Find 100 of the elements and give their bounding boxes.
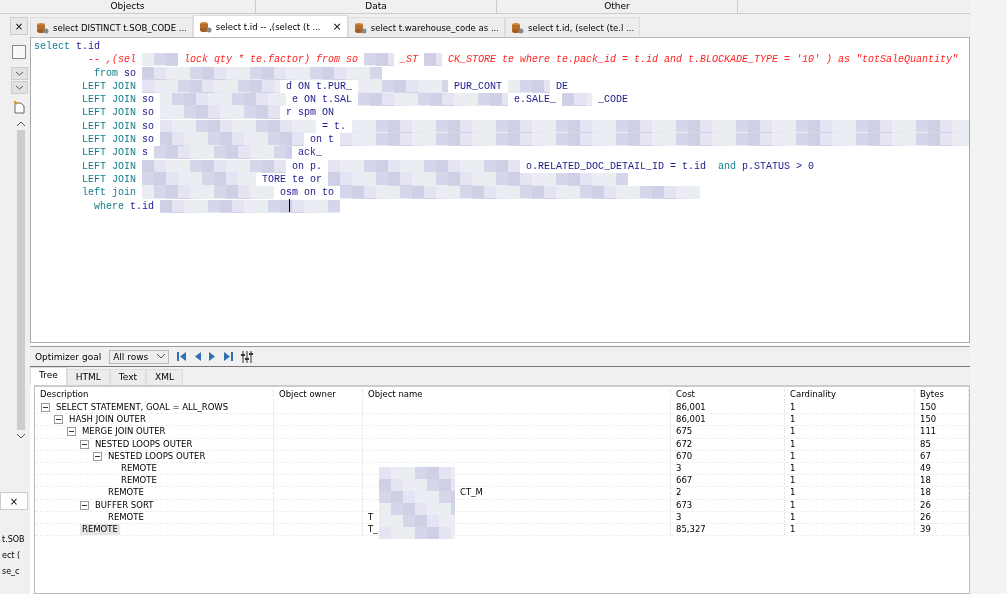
blur-mask — [562, 93, 592, 107]
caret-icon — [157, 354, 166, 359]
last-icon[interactable] — [224, 352, 234, 361]
code-text: LEFT JOIN — [82, 146, 136, 160]
code-text: LEFT JOIN — [82, 119, 136, 133]
code-text: = t. — [322, 119, 346, 133]
optimizer-goal-select[interactable]: All rows — [109, 349, 170, 364]
code-text: e ON t.SAL — [292, 93, 352, 107]
optimizer-goal-label: Optimizer goal — [35, 351, 102, 362]
code-text: osm on to — [280, 186, 334, 200]
table-cell: 672 — [676, 438, 693, 449]
close-button[interactable]: × — [10, 17, 28, 35]
list-item[interactable]: ect ( — [0, 548, 21, 564]
scroll-down-icon[interactable] — [17, 434, 25, 439]
tree-node[interactable]: NESTED LOOPS OUTER — [93, 438, 195, 450]
close-button[interactable]: × — [332, 20, 342, 33]
tree-node[interactable]: REMOTE — [106, 487, 146, 499]
plan-tab[interactable]: Text — [109, 369, 146, 385]
table-cell: 3 — [676, 462, 682, 473]
code-text: LEFT JOIN — [82, 93, 136, 107]
code-text: from — [94, 66, 118, 80]
close-button[interactable]: × — [0, 492, 28, 510]
collapse-icon[interactable] — [80, 500, 89, 510]
table-cell: CT_M — [460, 487, 483, 498]
previous-icon[interactable] — [194, 352, 202, 361]
table-cell: 39 — [920, 523, 931, 534]
table-cell: 670 — [676, 450, 693, 461]
editor-tab[interactable]: select t.id, (select (te.l ... — [505, 17, 641, 37]
toolbar-button[interactable] — [12, 45, 26, 59]
column-header[interactable]: Other — [497, 0, 738, 13]
code-text: TORE te or — [262, 172, 322, 186]
table-cell: 18 — [920, 487, 931, 498]
column-header[interactable]: Cardinality — [785, 389, 915, 402]
column-header[interactable]: Object name — [363, 389, 671, 402]
collapse-icon[interactable] — [80, 439, 89, 449]
scroll-thumb[interactable] — [17, 130, 25, 430]
column-header[interactable]: Data — [256, 0, 497, 13]
table-cell: 85 — [920, 438, 931, 449]
code-text: ack_ — [298, 146, 322, 160]
code-text: so — [142, 106, 154, 120]
code-text: PUR_CONT — [454, 79, 502, 93]
list-item[interactable]: se_c — [0, 564, 20, 580]
collapse-icon[interactable] — [41, 403, 50, 413]
column-header[interactable]: Description — [35, 389, 274, 402]
code-text: where — [94, 199, 124, 213]
code-text: o.RELATED_DOC_DETAIL_ID = t.id — [526, 159, 707, 173]
table-cell: 1 — [790, 438, 796, 449]
code-text: _ST — [400, 53, 418, 67]
editor-tab[interactable]: select DISTINCT t.SOB_CODE ... — [30, 17, 193, 37]
code-text: and — [718, 159, 736, 173]
next-icon[interactable] — [209, 352, 217, 361]
tree-node[interactable]: SELECT STATEMENT, GOAL = ALL_ROWS — [54, 402, 231, 414]
dropdown-button[interactable] — [11, 81, 28, 94]
table-cell: 1 — [790, 523, 796, 534]
first-icon[interactable] — [177, 352, 187, 361]
code-text: on p. — [292, 159, 322, 173]
table-cell: 85,327 — [676, 523, 706, 534]
table-cell: 26 — [920, 499, 931, 510]
editor-tab[interactable]: select t.id -- ,(select (t ... × — [192, 15, 348, 37]
table-cell: 1 — [790, 450, 796, 461]
code-text: so — [142, 133, 154, 147]
code-text: on t — [310, 133, 334, 147]
editor-tab[interactable]: select t.warehouse_code as ... — [347, 17, 505, 37]
collapse-icon[interactable] — [93, 451, 102, 461]
table-cell: 150 — [920, 402, 937, 412]
code-text: t.id — [76, 40, 100, 53]
collapse-icon[interactable] — [67, 427, 76, 437]
tree-node[interactable]: REMOTE — [106, 511, 146, 523]
code-text: s — [142, 146, 148, 160]
collapse-icon[interactable] — [54, 415, 63, 425]
new-document-icon[interactable] — [14, 101, 25, 114]
tree-node[interactable]: REMOTE — [119, 463, 159, 475]
dropdown-button[interactable] — [11, 67, 28, 80]
table-cell: 673 — [676, 499, 693, 510]
column-header[interactable]: Objects — [0, 0, 256, 13]
tree-node[interactable]: MERGE JOIN OUTER — [80, 426, 168, 438]
code-text: LEFT JOIN — [82, 172, 136, 186]
tree-node[interactable]: NESTED LOOPS OUTER — [106, 450, 208, 462]
code-text: so — [124, 66, 136, 80]
column-header[interactable]: Cost — [671, 389, 785, 402]
plan-tab[interactable]: XML — [146, 369, 183, 385]
code-text: LEFT JOIN — [82, 106, 136, 120]
tree-node[interactable]: HASH JOIN OUTER — [67, 414, 148, 426]
column-header[interactable]: Object owner — [274, 389, 363, 402]
plan-tab[interactable]: HTML — [66, 369, 110, 385]
table-cell: T — [368, 511, 374, 522]
scroll-up-icon[interactable] — [17, 121, 25, 126]
code-text: CK_STORE te where te.pack_id = t.id and t.BLOCKADE_TYPE = '10' ) as "totSaleQuantity" — [448, 53, 959, 67]
table-cell: 1 — [790, 499, 796, 510]
database-icon — [36, 21, 49, 34]
list-item[interactable]: t.SOB — [0, 532, 25, 548]
tree-node[interactable]: BUFFER SORT — [93, 499, 156, 511]
tree-node[interactable]: REMOTE — [119, 475, 159, 487]
code-text: -- ,(sel — [88, 53, 136, 67]
database-icon — [511, 21, 524, 34]
tree-node[interactable]: REMOTE — [80, 523, 120, 535]
column-header[interactable]: Bytes — [915, 389, 969, 402]
settings-icon[interactable] — [241, 350, 254, 363]
plan-tab[interactable]: Tree — [30, 367, 67, 385]
table-cell: 667 — [676, 475, 693, 486]
